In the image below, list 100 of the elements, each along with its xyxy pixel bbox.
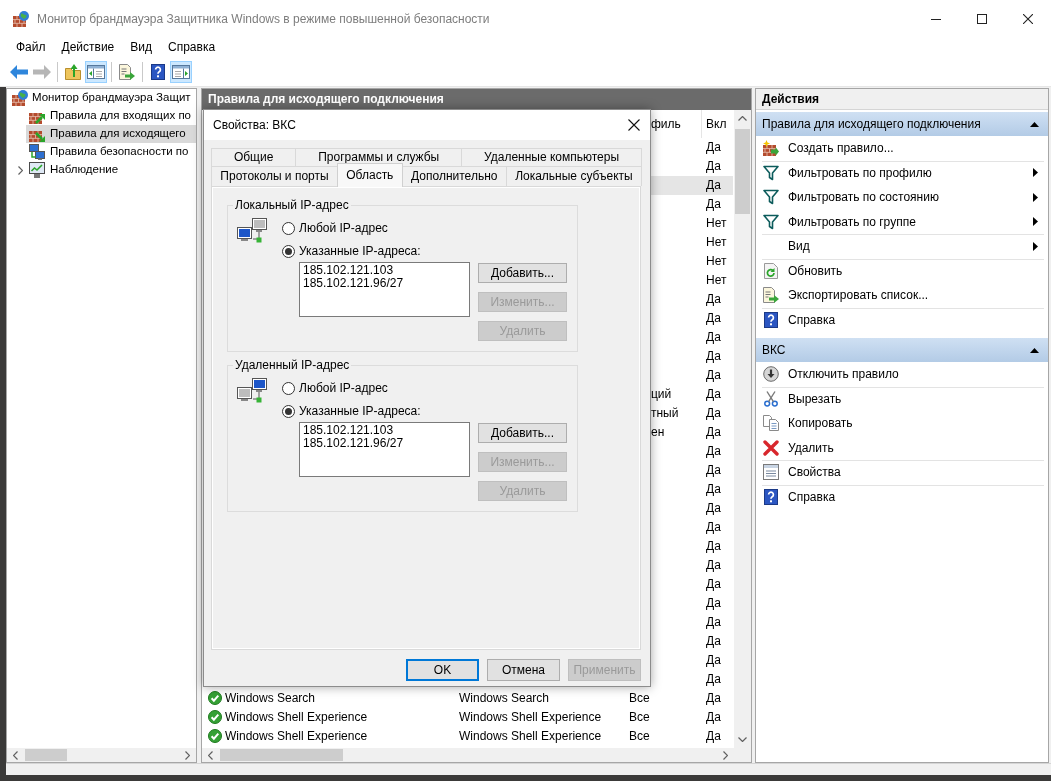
action-item[interactable]: Фильтровать по группе <box>756 209 1048 234</box>
action-item[interactable]: Справка <box>756 307 1048 332</box>
table-row[interactable]: Да <box>651 442 733 461</box>
column-header[interactable]: филь <box>651 116 681 132</box>
table-cell: Да <box>706 197 721 212</box>
action-item[interactable]: Вырезать <box>756 386 1048 411</box>
add-button[interactable]: Добавить... <box>478 423 567 443</box>
table-row[interactable]: Да <box>651 670 733 689</box>
table-row[interactable]: Да <box>651 518 733 537</box>
table-row[interactable]: Да <box>651 537 733 556</box>
scrollbar[interactable] <box>202 748 734 762</box>
radio-button[interactable] <box>282 244 295 258</box>
table-row[interactable]: Да <box>651 613 733 632</box>
tab[interactable]: Протоколы и порты <box>211 166 338 186</box>
address-list[interactable]: 185.102.121.103 185.102.121.96/27 <box>299 262 470 317</box>
table-cell: ций <box>651 387 672 402</box>
table-row[interactable]: Да <box>651 309 733 328</box>
table-row[interactable]: Windows Shell Experience Windows Shell Experience Все Да <box>202 727 733 746</box>
menu-item[interactable]: Вид <box>122 40 160 55</box>
column-header[interactable]: Вкл <box>706 116 727 132</box>
radio-button[interactable] <box>282 221 295 235</box>
table-row[interactable]: Да <box>651 575 733 594</box>
action-item[interactable]: Фильтровать по состоянию <box>756 185 1048 210</box>
chevron-down-icon[interactable] <box>738 737 747 742</box>
chevron-up-icon[interactable] <box>738 116 747 121</box>
action-item[interactable]: Свойства <box>756 460 1048 485</box>
section-header[interactable]: Правила для исходящего подключения <box>756 112 1048 136</box>
tab[interactable]: Удаленные компьютеры <box>461 148 642 166</box>
action-item[interactable]: Фильтровать по профилю <box>756 160 1048 185</box>
tree-item[interactable]: Правила для исходящего <box>26 125 196 143</box>
table-row[interactable]: Да <box>651 290 733 309</box>
chevron-left-icon[interactable] <box>13 750 18 760</box>
table-row[interactable]: Да <box>651 157 733 176</box>
radio-button[interactable] <box>282 404 295 418</box>
table-row[interactable]: Windows Shell Experience Windows Shell Experience Все Да <box>202 708 733 727</box>
radio-label[interactable]: Любой IP-адрес <box>299 380 388 396</box>
address-item[interactable]: 185.102.121.96/27 <box>303 436 404 450</box>
ok-button[interactable]: OK <box>406 659 479 681</box>
chevron-left-icon[interactable] <box>208 750 213 760</box>
table-row[interactable]: Да <box>651 461 733 480</box>
table-row[interactable]: ен Да <box>651 423 733 442</box>
table-row[interactable]: Да <box>651 556 733 575</box>
table-row[interactable]: Да <box>651 328 733 347</box>
table-row[interactable]: Да <box>651 366 733 385</box>
table-row[interactable]: тный Да <box>651 404 733 423</box>
table-row[interactable]: Нет <box>651 233 733 252</box>
table-row[interactable]: Да <box>651 138 733 157</box>
close-icon <box>1023 14 1033 24</box>
tree-item[interactable]: Монитор брандмауэра Защит <box>12 89 196 107</box>
tab[interactable]: Область <box>336 163 403 187</box>
table-row[interactable]: Да <box>651 651 733 670</box>
table-row[interactable]: ций Да <box>651 385 733 404</box>
cancel-button[interactable]: Отмена <box>487 659 560 681</box>
chevron-right-icon[interactable] <box>17 165 23 175</box>
chevron-right-icon[interactable] <box>185 750 190 760</box>
table-row[interactable]: Да <box>651 632 733 651</box>
scrollbar-thumb[interactable] <box>735 129 750 214</box>
scrollbar[interactable] <box>734 110 751 748</box>
section-header[interactable]: ВКС <box>756 338 1048 362</box>
tree-item[interactable]: Правила безопасности по <box>26 143 196 161</box>
radio-button[interactable] <box>282 381 295 395</box>
action-item[interactable]: Справка <box>756 484 1048 509</box>
table-row[interactable]: Windows Search Windows Search Все Да <box>202 689 733 708</box>
table-row[interactable]: Да <box>651 480 733 499</box>
menu-item[interactable]: Файл <box>8 40 54 55</box>
scrollbar-thumb[interactable] <box>220 749 343 761</box>
address-item[interactable]: 185.102.121.103 <box>303 423 394 437</box>
action-item[interactable]: Вид <box>756 234 1048 259</box>
radio-label[interactable]: Указанные IP-адреса: <box>299 243 421 259</box>
action-item[interactable]: Обновить <box>756 258 1048 283</box>
address-item[interactable]: 185.102.121.96/27 <box>303 276 404 290</box>
tab[interactable]: Программы и службы <box>295 148 463 166</box>
scrollbar[interactable] <box>7 748 196 762</box>
menu-item[interactable]: Действие <box>53 40 123 55</box>
table-row[interactable]: Да <box>651 594 733 613</box>
radio-label[interactable]: Любой IP-адрес <box>299 220 388 236</box>
tab[interactable]: Общие <box>211 148 297 166</box>
table-row[interactable]: Да <box>651 347 733 366</box>
action-item[interactable]: Отключить правило <box>756 362 1048 387</box>
scrollbar-thumb[interactable] <box>25 749 67 761</box>
tab[interactable]: Дополнительно <box>401 166 507 186</box>
table-row[interactable]: Да <box>651 176 733 195</box>
tab[interactable]: Локальные субъекты <box>505 166 642 186</box>
address-list[interactable]: 185.102.121.103 185.102.121.96/27 <box>299 422 470 477</box>
table-row[interactable]: Нет <box>651 252 733 271</box>
action-item[interactable]: Экспортировать список... <box>756 283 1048 308</box>
table-row[interactable]: Да <box>651 195 733 214</box>
address-item[interactable]: 185.102.121.103 <box>303 263 394 277</box>
menu-item[interactable]: Справка <box>160 40 224 55</box>
radio-label[interactable]: Указанные IP-адреса: <box>299 403 421 419</box>
action-item[interactable]: Создать правило... <box>756 136 1048 161</box>
action-item[interactable]: Копировать <box>756 411 1048 436</box>
table-row[interactable]: Нет <box>651 271 733 290</box>
tree-item[interactable]: Наблюдение <box>26 161 196 179</box>
chevron-right-icon[interactable] <box>723 750 728 760</box>
table-row[interactable]: Нет <box>651 214 733 233</box>
action-item[interactable]: Удалить <box>756 435 1048 460</box>
tree-item[interactable]: Правила для входящих по <box>26 107 196 125</box>
table-row[interactable]: Да <box>651 499 733 518</box>
add-button[interactable]: Добавить... <box>478 263 567 283</box>
